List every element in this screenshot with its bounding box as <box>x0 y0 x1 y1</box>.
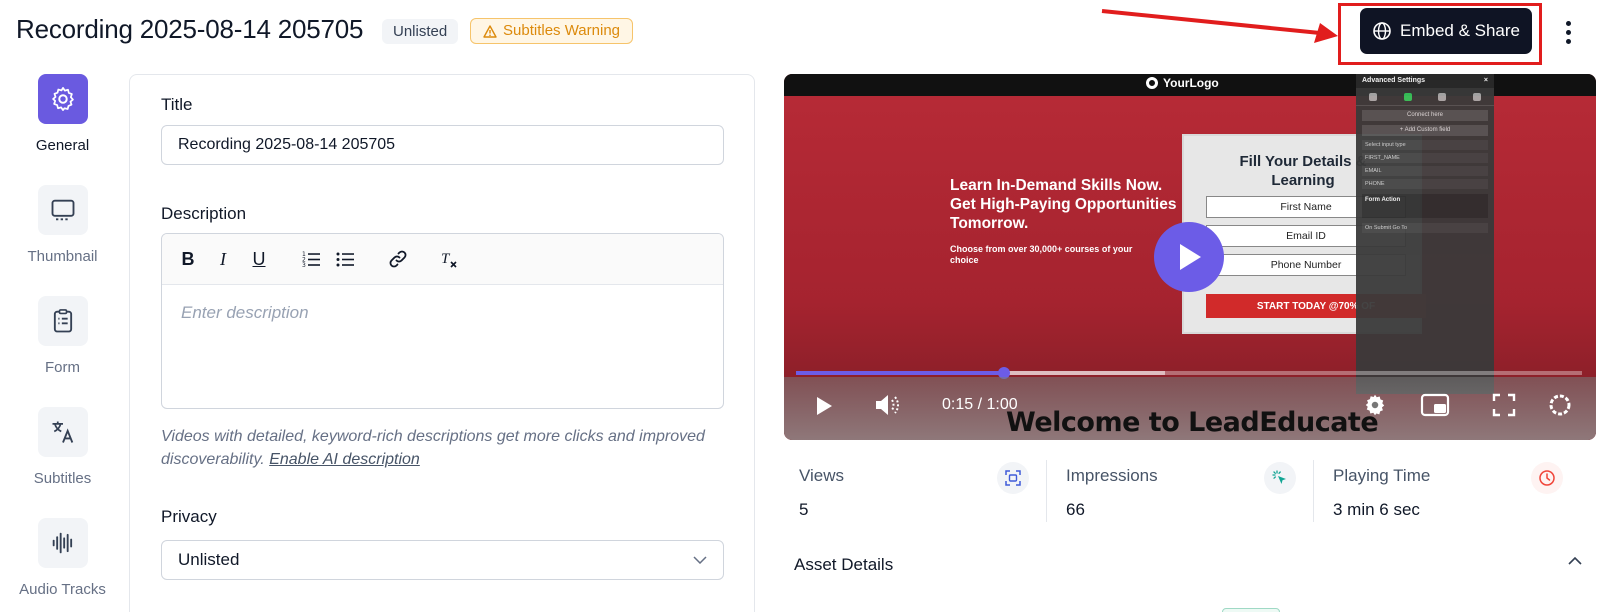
title-input[interactable] <box>161 125 724 165</box>
audio-wave-icon <box>37 518 88 568</box>
annotation-arrow <box>1101 9 1338 43</box>
monitor-icon <box>37 185 88 235</box>
asset-details-badge <box>1222 608 1280 612</box>
nav-label-subtitles: Subtitles <box>33 470 92 487</box>
title-label: Title <box>161 95 193 114</box>
settings-submit: On Submit Go To <box>1362 223 1488 233</box>
settings-connect: Connect here <box>1362 110 1488 121</box>
more-options-icon[interactable] <box>1558 18 1578 46</box>
description-placeholder: Enter description <box>181 303 309 322</box>
fullscreen-icon[interactable] <box>1492 393 1516 417</box>
enable-ai-description-link[interactable]: Enable AI description <box>269 451 420 468</box>
italic-icon[interactable]: I <box>210 246 236 272</box>
progress-fill <box>796 371 1005 375</box>
video-hero-sub: Choose from over 30,000+ courses of your… <box>950 244 1133 265</box>
settings-title: Advanced Settings <box>1362 77 1426 84</box>
progress-bar[interactable] <box>796 367 1582 379</box>
privacy-label: Privacy <box>161 507 217 526</box>
bullet-list-icon[interactable] <box>332 246 358 272</box>
editor-toolbar: B I U 123 T <box>162 234 723 285</box>
clipboard-icon <box>37 296 88 346</box>
stat-playing-time: Playing Time 3 min 6 sec <box>1333 462 1573 528</box>
subtitles-warning-badge[interactable]: Subtitles Warning <box>470 18 633 44</box>
settings-row: Select input type <box>1362 140 1488 150</box>
video-caption: Welcome to LeadEducate <box>1006 407 1379 438</box>
helper-text: Videos with detailed, keyword-rich descr… <box>161 428 705 468</box>
privacy-select-value: Unlisted <box>178 550 240 569</box>
stat-value-views: 5 <box>799 500 809 519</box>
clear-format-icon[interactable]: T <box>436 246 462 272</box>
translate-icon <box>37 407 88 457</box>
scan-icon <box>997 462 1029 494</box>
nav-item-general[interactable]: General <box>0 74 125 154</box>
gear-icon <box>37 74 88 124</box>
underline-icon[interactable]: U <box>246 246 272 272</box>
clock-icon <box>1531 462 1563 494</box>
chevron-up-icon[interactable] <box>1568 556 1582 565</box>
description-editor[interactable]: B I U 123 T Enter description <box>161 233 724 409</box>
play-small-icon[interactable] <box>814 395 834 417</box>
brand-logo-icon[interactable] <box>1548 393 1572 417</box>
bold-icon[interactable]: B <box>175 246 201 272</box>
stat-value-playing-time: 3 min 6 sec <box>1333 500 1420 519</box>
svg-text:T: T <box>441 251 451 267</box>
stat-label-playing-time: Playing Time <box>1333 466 1431 485</box>
video-hero-headline: Learn In-Demand Skills Now. Get High-Pay… <box>950 177 1177 232</box>
general-settings-panel: Title Description B I U 123 T Enter desc… <box>129 74 755 612</box>
stat-value-impressions: 66 <box>1066 500 1085 519</box>
nav-item-form[interactable]: Form <box>0 296 125 376</box>
warning-triangle-icon <box>483 24 497 38</box>
nav-label-form: Form <box>45 359 80 376</box>
advanced-settings-overlay: Advanced Settings × Connect here + Add Cu… <box>1356 74 1494 394</box>
ordered-list-icon[interactable]: 123 <box>298 246 324 272</box>
nav-item-subtitles[interactable]: Subtitles <box>0 407 125 487</box>
nav-item-thumbnail[interactable]: Thumbnail <box>0 185 125 265</box>
nav-label-thumbnail: Thumbnail <box>27 248 98 265</box>
link-icon[interactable] <box>385 246 411 272</box>
settings-tabs <box>1356 88 1494 106</box>
stat-divider <box>1046 460 1047 522</box>
settings-add-field: + Add Custom field <box>1362 125 1488 136</box>
nav-label-audio-tracks: Audio Tracks <box>19 581 106 598</box>
settings-gear-icon[interactable] <box>1362 392 1388 418</box>
picture-in-picture-icon[interactable] <box>1420 393 1450 417</box>
asset-details-title: Asset Details <box>794 555 894 574</box>
embed-share-button[interactable]: Embed & Share <box>1360 8 1532 54</box>
video-logo-text: YourLogo <box>1163 76 1219 90</box>
volume-icon[interactable] <box>874 393 902 417</box>
cursor-click-icon <box>1264 462 1296 494</box>
description-label: Description <box>161 204 247 223</box>
privacy-select[interactable]: Unlisted <box>161 540 724 580</box>
stat-views: Views 5 <box>799 462 1039 528</box>
video-player[interactable]: YourLogo Learn In-Demand Skills Now. Get… <box>784 74 1596 440</box>
logo-ring-icon <box>1146 77 1158 89</box>
stat-label-views: Views <box>799 466 845 485</box>
video-logo: YourLogo <box>1146 76 1219 90</box>
play-icon <box>1180 244 1201 270</box>
settings-row: EMAIL <box>1362 166 1488 176</box>
stat-label-impressions: Impressions <box>1066 466 1158 485</box>
warning-badge-label: Subtitles Warning <box>503 22 620 39</box>
globe-icon <box>1373 22 1391 40</box>
svg-text:3: 3 <box>302 262 306 268</box>
embed-share-label: Embed & Share <box>1399 21 1520 40</box>
nav-label-general: General <box>35 137 90 154</box>
privacy-badge: Unlisted <box>382 19 459 44</box>
page-title: Recording 2025-08-14 205705 <box>16 14 364 44</box>
description-helper: Videos with detailed, keyword-rich descr… <box>161 425 724 471</box>
nav-item-audio-tracks[interactable]: Audio Tracks <box>0 518 125 598</box>
settings-form-action: Form Action <box>1362 194 1488 218</box>
settings-row: FIRST_NAME <box>1362 153 1488 163</box>
settings-row: PHONE <box>1362 179 1488 189</box>
stat-impressions: Impressions 66 <box>1066 462 1306 528</box>
close-icon: × <box>1483 77 1488 84</box>
video-controls: 0:15 / 1:00 Welcome to LeadEducate <box>784 377 1596 440</box>
big-play-button[interactable] <box>1154 222 1224 292</box>
stat-divider <box>1313 460 1314 522</box>
chevron-down-icon <box>693 556 707 564</box>
